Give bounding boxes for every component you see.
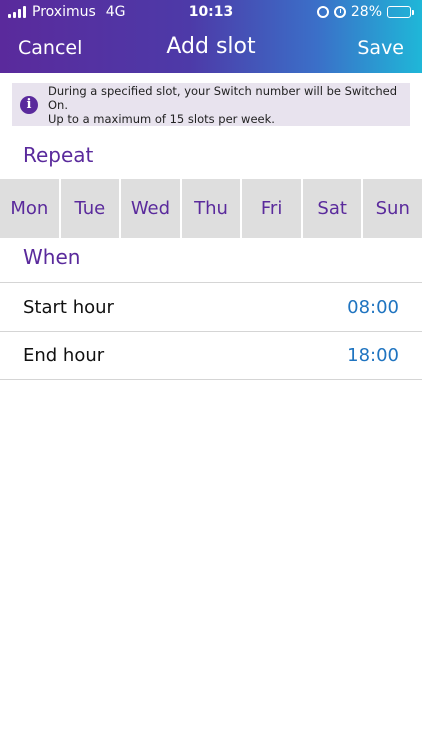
info-banner: i During a specified slot, your Switch n… (12, 83, 410, 126)
info-line-1: During a specified slot, your Switch num… (48, 83, 398, 112)
day-button-thu[interactable]: Thu (181, 179, 241, 238)
day-button-wed[interactable]: Wed (121, 179, 180, 238)
day-button-fri[interactable]: Fri (242, 179, 301, 238)
day-button-mon[interactable]: Mon (0, 179, 59, 238)
start-hour-value[interactable]: 08:00 (347, 297, 399, 318)
save-button[interactable]: Save (357, 37, 404, 59)
start-hour-label: Start hour (23, 296, 114, 318)
info-line-2: Up to a maximum of 15 slots per week. (48, 111, 275, 126)
day-button-sun[interactable]: Sun (363, 179, 422, 238)
day-button-tue[interactable]: Tue (60, 179, 120, 238)
battery-icon (387, 6, 414, 18)
end-hour-label: End hour (23, 345, 105, 366)
day-button-sat[interactable]: Sat (302, 179, 362, 238)
battery-percent: 28% (350, 4, 382, 20)
info-icon: i (20, 95, 38, 114)
header: Proximus 4G 10:13 28% Cancel Add slot Sa… (0, 0, 422, 73)
day-selector: Mon Tue Wed Thu Fri Sat Sun (0, 179, 422, 238)
status-bar: Proximus 4G 10:13 28% (0, 0, 422, 24)
end-hour-row[interactable]: End hour 18:00 (0, 331, 422, 380)
when-title: When (23, 245, 81, 269)
info-text: During a specified slot, your Switch num… (48, 84, 410, 126)
start-hour-row[interactable]: Start hour 08:00 (0, 282, 422, 331)
status-right: 28% (316, 4, 414, 20)
alarm-icon (333, 6, 346, 18)
rotation-lock-icon (316, 6, 329, 18)
repeat-title: Repeat (23, 143, 94, 167)
end-hour-value[interactable]: 18:00 (347, 345, 399, 366)
nav-bar: Cancel Add slot Save (0, 24, 422, 73)
